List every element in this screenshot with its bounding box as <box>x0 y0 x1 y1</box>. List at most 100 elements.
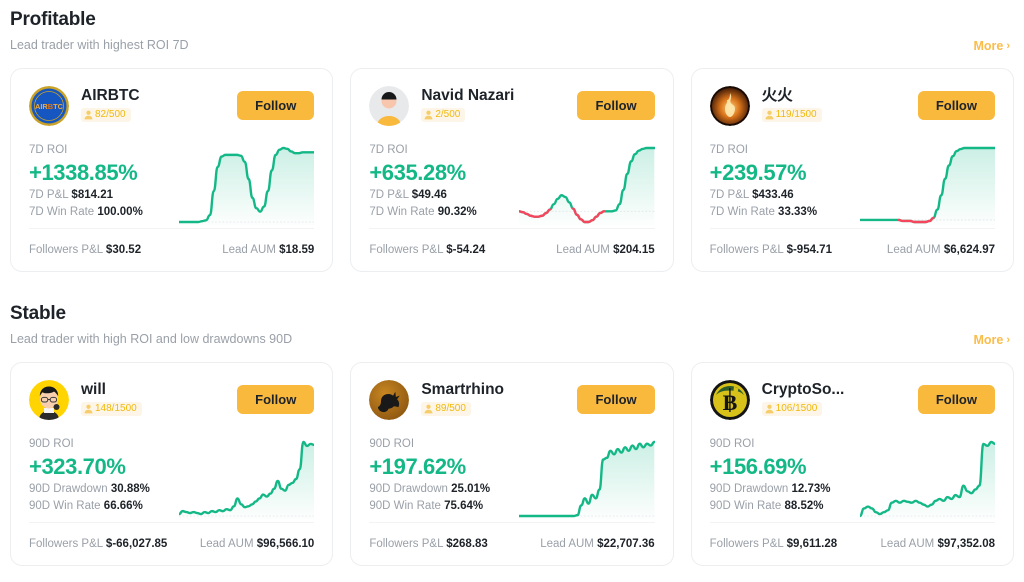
trader-identity: 火火 119/1500 <box>762 85 918 125</box>
card-footer: Followers P&L $9,611.28 Lead AUM $97,352… <box>710 522 995 565</box>
trader-identity: AIRBTC 82/500 <box>81 85 237 125</box>
slots-badge: 82/500 <box>81 108 131 122</box>
card-header: B CryptoSo... 106/1500 <box>710 379 995 425</box>
default-person-icon <box>369 86 409 126</box>
avatar: AIRBTC <box>29 86 69 126</box>
stat-line-2: 90D Win Rate 88.52% <box>710 498 860 514</box>
followers-pnl: Followers P&L $-954.71 <box>710 244 832 256</box>
card-header: Navid Nazari 2/500 Follow <box>369 85 654 131</box>
stat-2-value: 33.33% <box>778 206 817 218</box>
stats-block: 7D ROI +239.57% 7D P&L $433.46 7D Win Ra… <box>710 143 860 225</box>
trader-name: will <box>81 380 221 399</box>
card-header: Smartrhino 89/500 Follow <box>369 379 654 425</box>
trader-card[interactable]: AIRBTC AIRBTC 82/500 Follow <box>10 68 333 272</box>
followers-pnl-value: $-54.24 <box>446 244 485 256</box>
card-body: 7D ROI +635.28% 7D P&L $49.46 7D Win Rat… <box>369 143 654 225</box>
lead-aum-value: $18.59 <box>279 244 314 256</box>
trader-identity: Smartrhino 89/500 <box>421 379 577 419</box>
trader-card[interactable]: B CryptoSo... 106/1500 <box>691 362 1014 566</box>
lead-aum-label: Lead AUM <box>881 538 935 550</box>
trader-card[interactable]: will 148/1500 Follow 90D ROI <box>10 362 333 566</box>
stat-line-1: 7D P&L $814.21 <box>29 187 179 203</box>
airbtc-logo-icon: AIRBTC <box>29 86 69 126</box>
card-header: will 148/1500 Follow <box>29 379 314 425</box>
b-logo-icon: B <box>710 380 750 420</box>
avatar <box>29 380 69 420</box>
card-header: 火火 119/1500 Follow <box>710 85 995 131</box>
stat-2-value: 75.64% <box>444 500 483 512</box>
slots-badge: 89/500 <box>421 402 471 416</box>
person-icon <box>424 404 433 414</box>
roi-label: 90D ROI <box>29 437 179 452</box>
lead-aum-value: $22,707.36 <box>597 538 655 550</box>
stat-1-label: 90D Drawdown <box>29 483 108 495</box>
trader-card[interactable]: 火火 119/1500 Follow 7D ROI <box>691 68 1014 272</box>
card-footer: Followers P&L $-954.71 Lead AUM $6,624.9… <box>710 228 995 271</box>
stat-1-label: 7D P&L <box>710 189 749 201</box>
lead-aum-value: $6,624.97 <box>944 244 995 256</box>
roi-label: 7D ROI <box>369 143 519 158</box>
copy-trading-page: Profitable Lead trader with highest ROI … <box>0 0 1024 582</box>
slots-text: 106/1500 <box>776 403 818 415</box>
roi-label: 90D ROI <box>369 437 519 452</box>
followers-pnl-label: Followers P&L <box>369 244 443 256</box>
more-link-stable[interactable]: More › <box>973 333 1010 347</box>
trader-card-grid: AIRBTC AIRBTC 82/500 Follow <box>10 68 1014 272</box>
follow-button[interactable]: Follow <box>237 385 314 414</box>
stat-1-label: 90D Drawdown <box>710 483 789 495</box>
roi-label: 7D ROI <box>710 143 860 158</box>
roi-label: 7D ROI <box>29 143 179 158</box>
lead-aum-value: $204.15 <box>613 244 655 256</box>
lead-aum-value: $97,352.08 <box>937 538 995 550</box>
stats-block: 90D ROI +197.62% 90D Drawdown 25.01% 90D… <box>369 437 519 519</box>
slots-text: 119/1500 <box>776 109 817 121</box>
roi-sparkline-chart <box>860 145 995 225</box>
stats-block: 7D ROI +1338.85% 7D P&L $814.21 7D Win R… <box>29 143 179 225</box>
lead-aum: Lead AUM $22,707.36 <box>540 538 654 550</box>
stat-line-1: 90D Drawdown 12.73% <box>710 481 860 497</box>
followers-pnl-value: $30.52 <box>106 244 141 256</box>
slots-badge: 119/1500 <box>762 108 822 122</box>
stat-1-value: $814.21 <box>71 189 113 201</box>
stat-line-2: 7D Win Rate 100.00% <box>29 204 179 220</box>
stat-1-label: 7D P&L <box>29 189 68 201</box>
stat-2-label: 90D Win Rate <box>369 500 441 512</box>
follow-button[interactable]: Follow <box>577 91 654 120</box>
avatar <box>710 86 750 126</box>
stat-1-label: 7D P&L <box>369 189 408 201</box>
follow-button[interactable]: Follow <box>577 385 654 414</box>
follow-button[interactable]: Follow <box>918 91 995 120</box>
roi-value: +156.69% <box>710 453 860 480</box>
section-header: Stable Lead trader with high ROI and low… <box>10 294 1014 348</box>
more-link-profitable[interactable]: More › <box>973 39 1010 53</box>
avatar <box>369 380 409 420</box>
stat-1-value: 12.73% <box>791 483 830 495</box>
trader-card[interactable]: Navid Nazari 2/500 Follow 7D ROI <box>350 68 673 272</box>
stat-line-2: 7D Win Rate 33.33% <box>710 204 860 220</box>
followers-pnl-label: Followers P&L <box>29 538 103 550</box>
card-footer: Followers P&L $-54.24 Lead AUM $204.15 <box>369 228 654 271</box>
roi-sparkline-chart <box>179 439 314 519</box>
followers-pnl-value: $-66,027.85 <box>106 538 167 550</box>
follow-button[interactable]: Follow <box>918 385 995 414</box>
stat-line-2: 90D Win Rate 75.64% <box>369 498 519 514</box>
trader-card[interactable]: Smartrhino 89/500 Follow 90D ROI <box>350 362 673 566</box>
lead-aum-label: Lead AUM <box>887 244 941 256</box>
followers-pnl-value: $-954.71 <box>787 244 832 256</box>
slots-text: 148/1500 <box>95 403 137 415</box>
stat-line-2: 90D Win Rate 66.66% <box>29 498 179 514</box>
followers-pnl-label: Followers P&L <box>29 244 103 256</box>
chevron-right-icon: › <box>1006 335 1010 346</box>
lead-aum-value: $96,566.10 <box>257 538 315 550</box>
stat-2-label: 7D Win Rate <box>369 206 434 218</box>
roi-sparkline-chart <box>519 145 654 225</box>
stat-2-label: 7D Win Rate <box>29 206 94 218</box>
follow-button[interactable]: Follow <box>237 91 314 120</box>
slots-badge: 106/1500 <box>762 402 823 416</box>
followers-pnl: Followers P&L $9,611.28 <box>710 538 837 550</box>
rhino-logo-icon <box>369 380 409 420</box>
person-icon <box>84 110 93 120</box>
slots-badge: 2/500 <box>421 108 465 122</box>
stat-line-1: 90D Drawdown 25.01% <box>369 481 519 497</box>
stat-1-value: 30.88% <box>111 483 150 495</box>
